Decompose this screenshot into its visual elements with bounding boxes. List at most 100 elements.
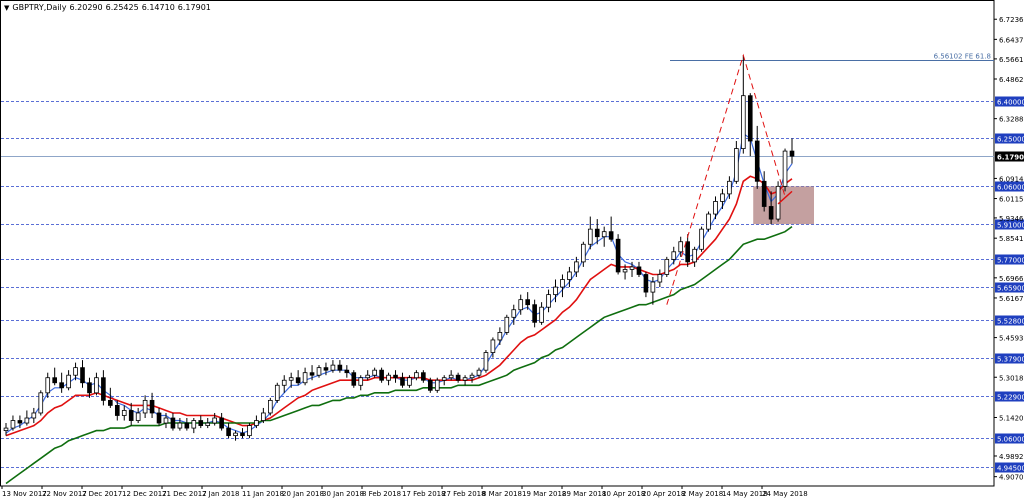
x-tick-label: 13 Nov 2017 [2,490,47,498]
candle-body [532,304,537,323]
candle-body [17,420,23,424]
candle-body [455,374,461,381]
candle-body [108,399,113,406]
candle-body [441,377,447,381]
candle-body [476,369,482,376]
candle-body [198,420,204,426]
level-label: 5.65900 [997,285,1024,293]
candle-body [177,422,183,429]
candle-body [734,148,739,182]
candle-body [427,379,433,391]
y-tick-label: 6.01155 [999,196,1024,204]
candle-body [10,420,16,429]
candle-body [567,271,572,280]
x-tick-label: 8 Mar 2018 [482,490,522,498]
candle-body [421,372,426,381]
candle-body [657,274,663,283]
menu-triangle-icon[interactable]: ▼ [4,4,9,12]
candle-body [45,377,51,394]
current-price-label: 6.17901 [997,154,1024,162]
y-tick-label: 5.69665 [999,275,1024,283]
high-value: 6.25425 [105,3,139,12]
candle-body [323,367,329,371]
y-tick-label: 4.90705 [999,474,1024,482]
candle-body [163,417,169,424]
candle-body [587,228,593,245]
x-tick-label: 2 May 2018 [682,490,723,498]
candle-body [747,95,753,142]
candle-body [31,412,37,419]
candle-body [768,206,774,220]
candle-body [170,417,176,429]
y-tick-label: 5.45930 [999,335,1024,343]
y-tick-label: 4.98920 [999,453,1024,461]
x-tick-label: 22 Nov 2017 [42,490,87,498]
level-label: 5.77000 [997,257,1024,265]
candle-body [142,399,148,414]
candle-body [268,399,273,414]
candle-body [219,417,224,429]
x-tick-label: 8 Feb 2018 [362,490,401,498]
candle-body [400,377,405,386]
x-tick-label: 29 Mar 2018 [562,490,606,498]
candle-body [80,367,85,384]
candle-body [351,372,357,386]
candle-body [358,377,364,386]
candle-body [240,432,245,437]
candle-body [504,316,510,333]
candle-body [671,251,677,260]
candle-body [121,410,127,416]
level-label: 4.94500 [997,465,1024,473]
candle-body [553,286,558,296]
chart-window[interactable]: ▼ GBPTRY,Daily 6.20290 6.25425 6.14710 6… [0,0,1024,499]
candle-body [135,412,141,421]
candle-body [247,425,252,437]
candle-body [546,294,551,308]
y-tick-label: 6.48625 [999,76,1024,84]
candle-body [727,180,732,195]
candle-body [692,248,697,263]
y-tick-label: 5.30185 [999,374,1024,382]
candle-body [66,374,71,389]
candle-body [574,261,579,273]
x-tick-label: 20 Jan 2018 [282,490,324,498]
candle-body [184,422,190,429]
price-chart[interactable]: 6.400006.250006.060005.910005.770005.659… [0,0,1024,499]
x-tick-label: 30 Jan 2018 [322,490,364,498]
level-label: 5.06000 [997,436,1024,444]
candle-body [87,382,92,394]
y-tick-label: 6.56610 [999,56,1024,64]
candle-body [650,281,656,293]
y-tick-label: 5.93460 [999,215,1024,223]
open-value: 6.20290 [69,3,103,12]
candle-body [295,377,301,384]
candle-body [511,309,517,318]
candle-body [344,369,350,374]
candle-body [274,384,280,401]
candle-body [560,279,565,288]
candle-body [386,374,391,381]
candle-body [24,417,30,424]
candle-body [365,374,371,379]
x-tick-label: 21 Dec 2017 [162,490,207,498]
plot-frame [0,0,995,487]
x-tick-label: 14 May 2018 [722,490,768,498]
x-tick-label: 19 Mar 2018 [522,490,566,498]
candle-body [261,412,266,421]
candle-body [754,140,760,182]
level-label: 5.52800 [997,318,1024,326]
candle-body [539,306,544,323]
candle-body [581,243,586,263]
candle-body [191,420,197,429]
x-tick-label: 17 Feb 2018 [402,490,446,498]
y-tick-label: 6.32880 [999,116,1024,124]
symbol-header: ▼ GBPTRY,Daily 6.20290 6.25425 6.14710 6… [4,3,211,12]
level-label: 6.25000 [997,136,1024,144]
candle-body [490,339,496,353]
candle-body [636,266,642,275]
candle-body [59,382,64,389]
level-label: 6.40000 [997,99,1024,107]
candle-body [740,95,746,149]
x-tick-label: 24 May 2018 [762,490,808,498]
x-tick-label: 2 Jan 2018 [202,490,240,498]
